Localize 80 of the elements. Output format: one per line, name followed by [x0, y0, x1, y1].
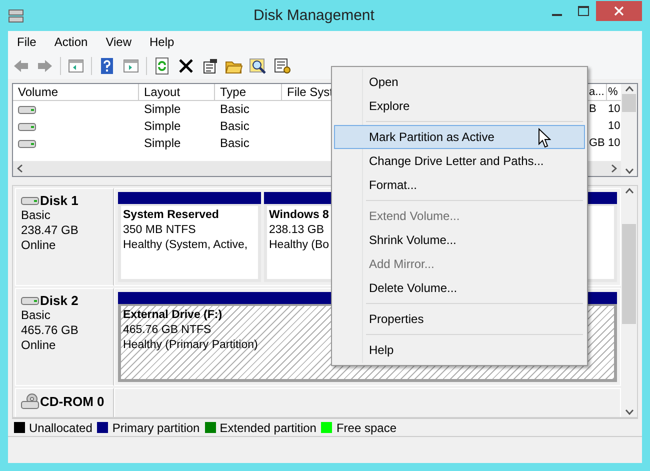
table-cell-text: Basic [219, 135, 250, 152]
panel-icon[interactable] [122, 57, 140, 75]
disk-size: 465.76 GB [21, 323, 80, 338]
menu-item[interactable]: Explore [334, 94, 585, 118]
refresh-icon[interactable] [153, 57, 171, 75]
partition-name: External Drive (F:) [123, 308, 222, 323]
disk-drive-icon [21, 296, 39, 306]
disk-drive-icon [21, 196, 39, 206]
forward-arrow-icon[interactable] [36, 57, 54, 75]
table-cell-text: 10 [607, 136, 621, 151]
column-header[interactable]: Volume [13, 84, 139, 101]
legend-label: Extended partition [220, 420, 316, 434]
panel-icon[interactable] [67, 57, 85, 75]
scrollbar-thumb[interactable] [622, 94, 636, 112]
scroll-up-icon[interactable] [624, 86, 634, 92]
disk-type: Basic [21, 208, 52, 223]
partition-status: Healthy (Bo [269, 238, 330, 253]
disk-size: 238.47 GB [21, 223, 80, 238]
menu-item[interactable]: Help [334, 338, 585, 362]
settings-icon[interactable] [273, 57, 291, 75]
scroll-down-icon[interactable] [624, 409, 634, 415]
menu-bar-item[interactable]: Action [47, 33, 95, 51]
partition-size: 465.76 GB NTFS [123, 323, 212, 338]
table-cell-text: 10 [607, 119, 621, 134]
scroll-up-icon[interactable] [624, 188, 634, 194]
scroll-down-icon[interactable] [624, 168, 634, 174]
menu-item[interactable]: Shrink Volume... [334, 228, 585, 252]
menu-item[interactable]: Format... [334, 173, 585, 197]
column-header[interactable]: Layout [139, 84, 215, 101]
partition-status: Healthy (System, Active, [123, 238, 248, 253]
scroll-left-icon[interactable] [17, 164, 23, 173]
volume-icon [18, 104, 36, 114]
disk-name: Disk 2 [40, 293, 78, 308]
table-cell-text: Basic [219, 118, 250, 135]
volume-icon [18, 122, 36, 132]
partition-name: System Reserved [123, 208, 219, 223]
legend-label: Free space [336, 420, 396, 434]
app-icon [8, 8, 24, 24]
menu-item[interactable]: Delete Volume... [334, 276, 585, 300]
menu-item[interactable]: Open [334, 70, 585, 94]
menu-item[interactable]: Properties [334, 307, 585, 331]
partition-size: 238.13 GB [269, 223, 324, 238]
delete-x-icon[interactable] [177, 57, 195, 75]
disk-status: Online [21, 238, 57, 253]
close-icon [614, 6, 624, 16]
mouse-pointer-icon [538, 128, 551, 149]
back-arrow-icon[interactable] [12, 57, 30, 75]
legend-label: Primary partition [112, 420, 200, 434]
legend-label: Unallocated [29, 420, 92, 434]
window-title: Disk Management [252, 7, 376, 24]
help-icon[interactable] [98, 57, 116, 75]
menu-item[interactable]: Change Drive Letter and Paths... [334, 149, 585, 173]
volume-icon [18, 138, 36, 148]
disk-type: Basic [21, 308, 52, 323]
table-cell-text: 10 [607, 102, 621, 117]
properties-icon[interactable] [201, 57, 219, 75]
magnifier-icon[interactable] [249, 57, 267, 75]
table-cell-text: Simple [143, 118, 182, 135]
disk-name: CD-ROM 0 [40, 394, 104, 408]
partition-status: Healthy (Primary Partition) [123, 338, 258, 353]
partition-name: Windows 8 [269, 208, 329, 223]
table-cell-text: Simple [143, 135, 182, 152]
scrollbar-thumb[interactable] [622, 224, 636, 324]
close-button[interactable] [596, 0, 642, 20]
table-cell-text: Basic [219, 101, 250, 118]
scroll-right-icon[interactable] [611, 164, 617, 173]
partition-size: 350 MB NTFS [123, 223, 196, 238]
table-cell-text: GB [588, 136, 606, 151]
minimize-icon [552, 14, 562, 16]
menu-bar-item[interactable]: Help [142, 33, 182, 51]
cd-drive-icon [21, 393, 39, 409]
disk-name: Disk 1 [40, 193, 78, 208]
menu-bar-item[interactable]: View [98, 33, 138, 51]
column-header[interactable]: Type [215, 84, 282, 101]
menu-item[interactable]: Mark Partition as Active [334, 125, 585, 149]
menu-bar-item[interactable]: File [10, 33, 44, 51]
table-cell-text: B [588, 102, 598, 117]
table-cell-text: Simple [143, 101, 182, 118]
maximize-icon [578, 6, 588, 16]
disk-status: Online [21, 338, 57, 353]
